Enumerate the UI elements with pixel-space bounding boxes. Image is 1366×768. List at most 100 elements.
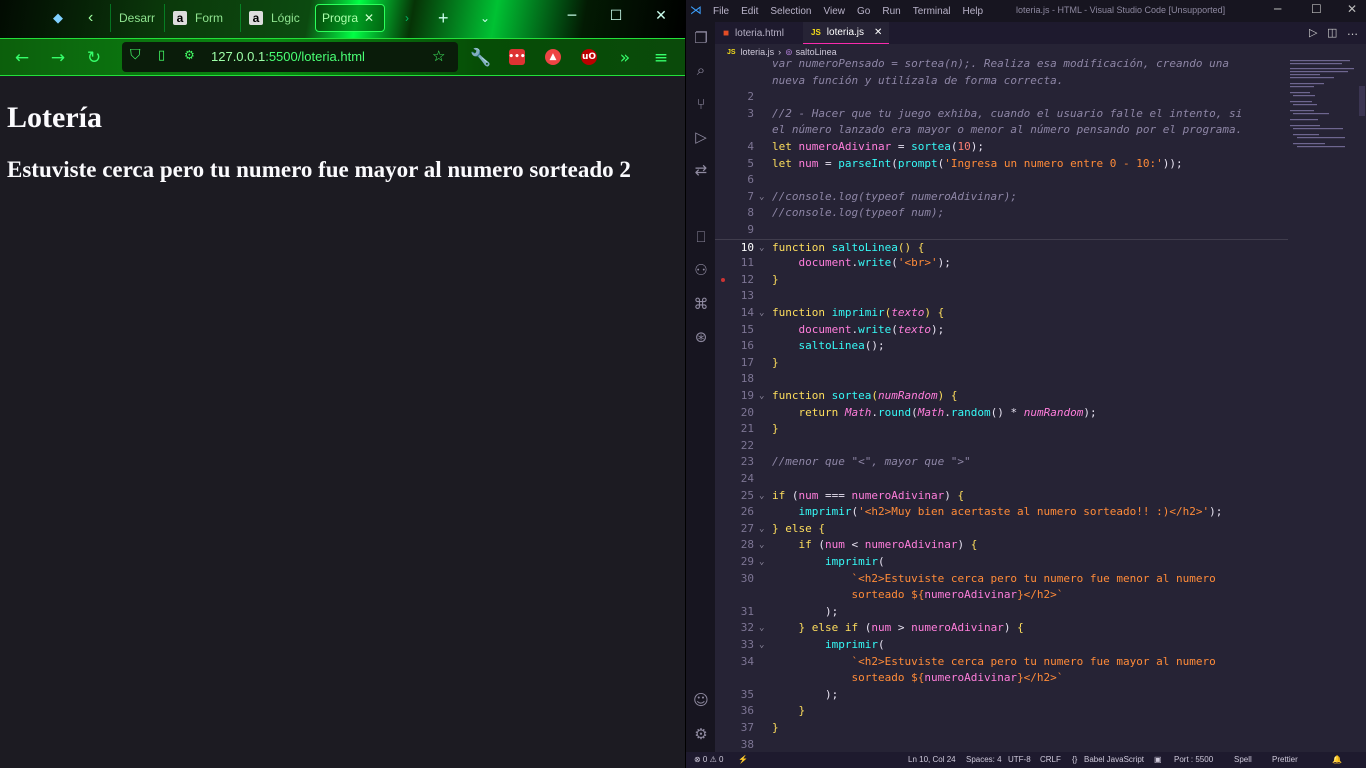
code-line[interactable]: 22 xyxy=(715,438,1288,455)
tab-logica[interactable]: a Lógic xyxy=(240,4,312,32)
reload-icon[interactable]: ↻ xyxy=(82,46,106,70)
code-line[interactable]: 33 ⌄ imprimir( xyxy=(715,637,1288,654)
fold-chevron-icon[interactable]: ⌄ xyxy=(759,189,764,206)
menu-item-edit[interactable]: Edit xyxy=(741,6,758,17)
chevron-down-icon[interactable]: ⌄ xyxy=(480,4,494,32)
code-line[interactable]: 29 ⌄ imprimir( xyxy=(715,554,1288,571)
settings-gear-icon[interactable]: ⚙ xyxy=(691,724,711,744)
hamburger-menu-icon[interactable]: ≡ xyxy=(649,46,673,70)
layout-icon[interactable]: ▣ xyxy=(1154,755,1162,764)
code-line[interactable]: 23 //menor que "<", mayor que ">" xyxy=(715,454,1288,471)
language-mode[interactable]: Babel JavaScript xyxy=(1084,755,1144,764)
chevron-right-icon[interactable]: › xyxy=(405,4,419,32)
run-debug-icon[interactable]: ▷ xyxy=(691,127,711,147)
breakpoint-dot-icon[interactable] xyxy=(721,277,725,282)
editor-scrollbar[interactable] xyxy=(1358,56,1366,752)
close-window-icon[interactable]: ✕ xyxy=(1347,2,1357,16)
code-line[interactable]: 4 let numeroAdivinar = sortea(10); xyxy=(715,139,1288,156)
fold-chevron-icon[interactable]: ⌄ xyxy=(759,388,764,405)
code-line[interactable]: 5 let num = parseInt(prompt('Ingresa un n… xyxy=(715,156,1288,173)
code-line[interactable]: nueva función y utilízala de forma corre… xyxy=(715,73,1288,90)
back-arrow-icon[interactable]: ← xyxy=(10,46,34,70)
tab-loteria-js[interactable]: JS loteria.js ✕ xyxy=(803,22,889,44)
code-line[interactable]: 17} xyxy=(715,355,1288,372)
new-tab-plus-icon[interactable]: + xyxy=(438,4,454,32)
extensions-icon[interactable]: ⚇ xyxy=(691,260,711,280)
code-line[interactable]: 25 ⌄ if (num === numeroAdivinar) { xyxy=(715,488,1288,505)
chevron-left-icon[interactable]: ‹ xyxy=(88,4,102,32)
menu-item-file[interactable]: File xyxy=(713,6,729,17)
split-editor-icon[interactable]: ◫ xyxy=(1327,26,1337,39)
minimize-icon[interactable]: ─ xyxy=(552,2,592,30)
code-line[interactable]: var numeroPensado = sortea(n);. Realiza … xyxy=(715,56,1288,73)
code-editor[interactable]: var numeroPensado = sortea(n);. Realiza … xyxy=(715,56,1288,752)
fold-chevron-icon[interactable]: ⌄ xyxy=(759,620,764,637)
cursor-position[interactable]: Ln 10, Col 24 xyxy=(908,755,956,764)
permissions-icon[interactable]: ⚙ xyxy=(184,48,195,62)
code-line[interactable]: sorteado ${numeroAdivinar}</h2>` xyxy=(715,587,1288,604)
tab-loteria-html[interactable]: ■ loteria.html xyxy=(715,22,801,44)
code-line[interactable]: 20 return Math.round(Math.random() * num… xyxy=(715,405,1288,422)
notifications-icon[interactable]: 🔔 xyxy=(1332,755,1342,764)
prettier-status[interactable]: Prettier xyxy=(1272,755,1298,764)
tab-programa-active[interactable]: Progra ✕ xyxy=(315,4,385,32)
menu-item-view[interactable]: View xyxy=(824,6,846,17)
code-line[interactable]: 7 ⌄ //console.log(typeof numeroAdivinar); xyxy=(715,189,1288,206)
code-line[interactable]: 36 } xyxy=(715,703,1288,720)
close-icon[interactable]: ✕ xyxy=(364,11,374,25)
search-icon[interactable]: ⌕ xyxy=(691,60,711,80)
tab-desarrollo[interactable]: Desarr xyxy=(110,4,160,32)
code-line[interactable]: 19 ⌄ function sortea(numRandom) { xyxy=(715,388,1288,405)
url-bar[interactable]: ⛉ ▯ ⚙ 127.0.0.1:5500/loteria.html ☆ xyxy=(122,42,458,72)
minimap[interactable] xyxy=(1288,56,1358,156)
code-line[interactable]: 8 //console.log(typeof num); xyxy=(715,205,1288,222)
code-line[interactable]: 24 xyxy=(715,471,1288,488)
bookmark-star-icon[interactable]: ☆ xyxy=(432,47,445,65)
spell-check[interactable]: Spell xyxy=(1234,755,1252,764)
live-server-port[interactable]: Port : 5500 xyxy=(1174,755,1213,764)
fold-chevron-icon[interactable]: ⌄ xyxy=(759,521,764,538)
gem-icon[interactable]: ◆ xyxy=(50,4,66,32)
code-line[interactable]: 21} xyxy=(715,421,1288,438)
code-line[interactable]: sorteado ${numeroAdivinar}</h2>` xyxy=(715,670,1288,687)
code-line[interactable]: 14 ⌄ function imprimir(texto) { xyxy=(715,305,1288,322)
code-line[interactable]: 12} xyxy=(715,272,1288,289)
code-line[interactable]: 28 ⌄ if (num < numeroAdivinar) { xyxy=(715,537,1288,554)
code-line[interactable]: 32 ⌄ } else if (num > numeroAdivinar) { xyxy=(715,620,1288,637)
maximize-icon[interactable]: ☐ xyxy=(596,2,636,30)
code-line[interactable]: 16 saltoLinea(); xyxy=(715,338,1288,355)
code-line[interactable]: 6 xyxy=(715,172,1288,189)
code-line[interactable]: 34 `<h2>Estuviste cerca pero tu numero f… xyxy=(715,654,1288,671)
source-control-icon[interactable]: ⑂ xyxy=(691,94,711,114)
run-icon[interactable]: ▷ xyxy=(1309,26,1317,39)
scrollbar-thumb[interactable] xyxy=(1359,86,1365,116)
minimize-icon[interactable]: ─ xyxy=(1274,2,1281,16)
python-icon[interactable]: ⌘ xyxy=(691,294,711,314)
code-line[interactable]: 13 xyxy=(715,288,1288,305)
menu-item-help[interactable]: Help xyxy=(963,6,984,17)
extension-fox-icon[interactable]: ▲ xyxy=(545,49,561,65)
menu-item-run[interactable]: Run xyxy=(882,6,900,17)
code-line[interactable]: 30 `<h2>Estuviste cerca pero tu numero f… xyxy=(715,571,1288,588)
gitlens-icon[interactable]: ⊛ xyxy=(691,327,711,347)
account-icon[interactable]: ☺ xyxy=(691,690,711,710)
fold-chevron-icon[interactable]: ⌄ xyxy=(759,488,764,505)
line-endings[interactable]: CRLF xyxy=(1040,755,1061,764)
close-window-icon[interactable]: ✕ xyxy=(641,2,681,30)
indentation[interactable]: Spaces: 4 xyxy=(966,755,1002,764)
code-line[interactable]: 31 ); xyxy=(715,604,1288,621)
shield-icon[interactable]: ⛉ xyxy=(130,47,141,63)
menu-item-selection[interactable]: Selection xyxy=(770,6,811,17)
code-line[interactable]: 3 //2 - Hacer que tu juego exhiba, cuando… xyxy=(715,106,1288,123)
more-tools-icon[interactable]: » xyxy=(613,46,637,70)
more-actions-icon[interactable]: … xyxy=(1347,25,1358,38)
bookmark-icon[interactable]: ⎕ xyxy=(691,227,711,247)
extension-lastpass-icon[interactable]: ••• xyxy=(508,49,526,65)
code-line[interactable]: 35 ); xyxy=(715,687,1288,704)
code-line[interactable]: el número lanzado era mayor o menor al n… xyxy=(715,122,1288,139)
code-line[interactable]: 15 document.write(texto); xyxy=(715,322,1288,339)
maximize-icon[interactable]: ☐ xyxy=(1311,2,1322,16)
remote-icon[interactable]: ⇄ xyxy=(691,160,711,180)
code-line[interactable]: 27 ⌄} else { xyxy=(715,521,1288,538)
menu-item-terminal[interactable]: Terminal xyxy=(913,6,951,17)
